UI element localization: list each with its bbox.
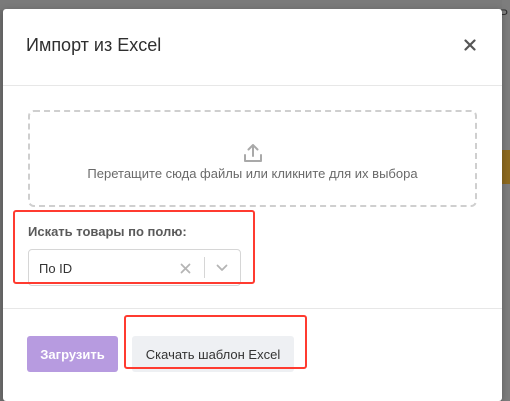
footer-divider <box>3 308 502 309</box>
upload-icon <box>244 144 262 162</box>
dropzone-hint: Перетащите сюда файлы или кликните для и… <box>87 166 418 181</box>
page-backdrop-accent <box>502 150 510 184</box>
highlight-template-button <box>124 315 307 369</box>
dialog-title: Импорт из Excel <box>26 35 162 55</box>
page-backdrop-edge <box>502 0 510 401</box>
upload-button[interactable]: Загрузить <box>27 336 118 372</box>
close-button[interactable] <box>458 33 482 57</box>
highlight-search-field <box>13 210 255 284</box>
file-dropzone[interactable]: Перетащите сюда файлы или кликните для и… <box>28 110 477 207</box>
close-icon <box>464 39 476 51</box>
dialog-header: Импорт из Excel <box>3 9 502 86</box>
